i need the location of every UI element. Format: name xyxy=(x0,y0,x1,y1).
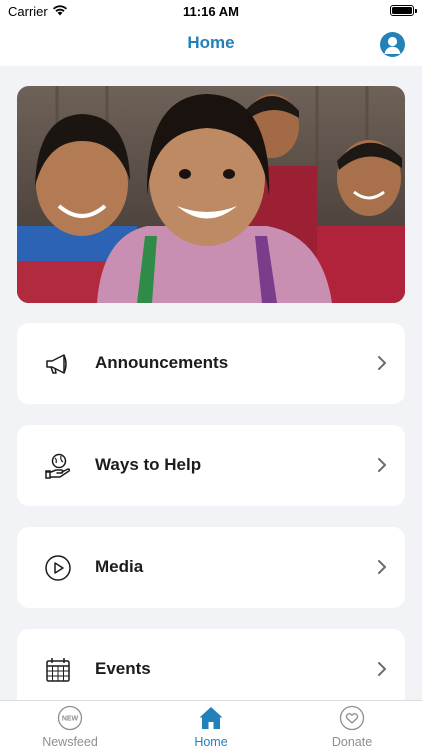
menu-item-events[interactable]: Events xyxy=(17,629,405,710)
tab-bar: NEW Newsfeed Home Donate xyxy=(0,700,422,750)
heart-icon xyxy=(339,705,365,731)
navigation-bar: Home xyxy=(0,24,422,66)
play-circle-icon xyxy=(45,555,71,581)
home-icon xyxy=(199,707,223,729)
children-photo xyxy=(17,86,405,303)
menu-item-media[interactable]: Media xyxy=(17,527,405,608)
home-screen: Carrier 11:16 AM Home Announcements Ways… xyxy=(0,0,422,750)
battery-icon xyxy=(390,5,417,16)
tab-home[interactable]: Home xyxy=(141,701,281,750)
new-badge-icon: NEW xyxy=(57,705,83,731)
chevron-right-icon xyxy=(378,560,386,574)
tab-newsfeed[interactable]: NEW Newsfeed xyxy=(0,701,140,750)
tab-label: Home xyxy=(194,735,228,749)
hand-globe-icon xyxy=(45,453,71,479)
chevron-right-icon xyxy=(378,662,386,676)
chevron-right-icon xyxy=(378,356,386,370)
menu-item-label: Announcements xyxy=(95,353,229,372)
tab-label: Newsfeed xyxy=(42,735,98,749)
hero-image xyxy=(17,86,405,303)
menu-item-ways-to-help[interactable]: Ways to Help xyxy=(17,425,405,506)
tab-donate[interactable]: Donate xyxy=(282,701,422,750)
menu-item-label: Events xyxy=(95,659,151,678)
chevron-right-icon xyxy=(378,458,386,472)
calendar-icon xyxy=(46,658,70,682)
status-bar: Carrier 11:16 AM xyxy=(0,0,422,24)
profile-button[interactable] xyxy=(380,32,405,57)
tab-label: Donate xyxy=(331,735,373,749)
person-icon xyxy=(384,36,401,54)
megaphone-icon xyxy=(46,354,67,374)
new-badge-text: NEW xyxy=(62,716,79,723)
clock: 11:16 AM xyxy=(183,4,239,19)
menu-item-label: Ways to Help xyxy=(95,455,202,474)
menu-item-label: Media xyxy=(95,557,144,576)
menu-item-announcements[interactable]: Announcements xyxy=(17,323,405,404)
page-title: Home xyxy=(187,33,235,52)
